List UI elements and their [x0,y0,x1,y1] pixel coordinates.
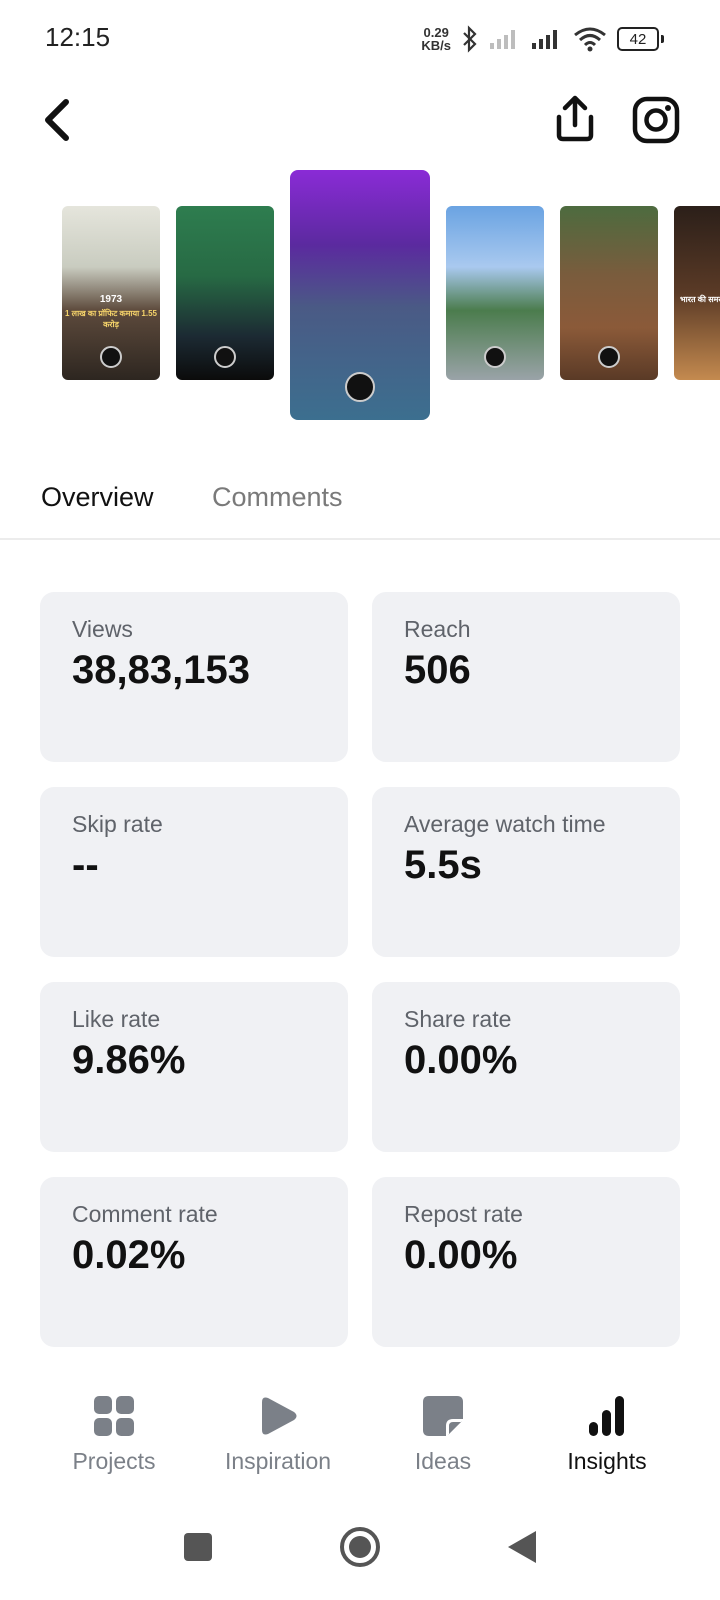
video-thumbnail[interactable]: 1973 1 लाख का प्रॉफिट कमाया 1.55 करोड़ [62,206,160,380]
nav-item-projects[interactable]: Projects [34,1394,194,1475]
battery-level: 42 [617,27,659,51]
metric-value: 9.86% [72,1038,186,1082]
nav-label: Inspiration [224,1448,332,1474]
metric-label: Like rate [72,1006,161,1032]
video-thumbnail[interactable] [446,206,544,380]
share-upload-icon[interactable] [554,95,596,143]
signal-weak-icon [490,30,515,49]
metric-card-views: Views 38,83,153 [40,592,348,762]
nav-label: Ideas [414,1448,472,1474]
metric-value: 38,83,153 [72,648,250,692]
metric-card-reach: Reach 506 [372,592,680,762]
video-thumbnail-selected[interactable] [290,170,430,420]
nav-label: Projects [72,1448,156,1474]
tab-comments[interactable]: Comments [212,482,343,513]
home-button[interactable] [340,1527,380,1567]
metric-card-skip-rate: Skip rate -- [40,787,348,957]
instagram-icon[interactable] [632,96,680,144]
channel-badge-icon [214,346,236,368]
video-thumbnail[interactable] [176,206,274,380]
net-speed: 0.29 KB/s [421,26,451,52]
nav-item-ideas[interactable]: Ideas [363,1394,523,1475]
bar-chart-icon [589,1396,624,1436]
metric-card-repost-rate: Repost rate 0.00% [372,1177,680,1347]
metric-label: Repost rate [404,1201,523,1227]
metric-label: Reach [404,616,471,642]
metric-card-average-watch-time: Average watch time 5.5s [372,787,680,957]
battery-icon: 42 [617,27,664,51]
metric-label: Comment rate [72,1201,218,1227]
metric-label: Views [72,616,133,642]
note-icon [423,1396,463,1436]
insights-tabs: Overview Comments [0,460,720,540]
metric-value: 506 [404,648,471,692]
thumbnail-subcaption: 1 लाख का प्रॉफिट कमाया 1.55 करोड़ [65,309,157,329]
nav-label: Insights [567,1448,647,1474]
metric-card-like-rate: Like rate 9.86% [40,982,348,1152]
status-time: 12:15 [45,22,111,52]
signal-icon [532,30,557,49]
channel-badge-icon [484,346,506,368]
video-thumbnail[interactable]: भारत की समस् [674,206,720,380]
back-nav-button[interactable] [508,1531,536,1563]
metric-label: Skip rate [72,811,163,837]
thumbnail-caption: 1973 [99,294,123,305]
status-bar: 12:15 0.29 KB/s 42 [0,0,720,78]
metric-value: 5.5s [404,843,482,887]
net-speed-unit: KB/s [421,38,451,53]
recents-button[interactable] [184,1533,212,1561]
metric-label: Share rate [404,1006,512,1032]
metric-label: Average watch time [404,811,606,837]
chevron-left-icon[interactable] [38,96,78,144]
bottom-navigation: Projects Inspiration Ideas Insights [0,1380,720,1490]
play-icon [262,1397,297,1435]
video-carousel[interactable]: 1973 1 लाख का प्रॉफिट कमाया 1.55 करोड़ भ… [0,170,720,425]
bluetooth-icon [463,25,477,53]
channel-badge-icon [345,372,375,402]
status-icons: 0.29 KB/s 42 [421,22,664,56]
wifi-icon [574,27,606,52]
grid-icon [94,1396,134,1436]
metric-value: 0.02% [72,1233,186,1277]
metric-value: 0.00% [404,1038,518,1082]
tab-overview[interactable]: Overview [41,482,154,513]
system-navigation-bar [184,1527,536,1567]
video-thumbnail[interactable] [560,206,658,380]
channel-badge-icon [598,346,620,368]
channel-badge-icon [100,346,122,368]
metric-value: -- [72,843,99,887]
metric-card-share-rate: Share rate 0.00% [372,982,680,1152]
nav-item-insights[interactable]: Insights [527,1394,687,1475]
nav-item-inspiration[interactable]: Inspiration [198,1394,358,1475]
metric-value: 0.00% [404,1233,518,1277]
thumbnail-caption: भारत की समस् [680,295,720,304]
metric-card-comment-rate: Comment rate 0.02% [40,1177,348,1347]
